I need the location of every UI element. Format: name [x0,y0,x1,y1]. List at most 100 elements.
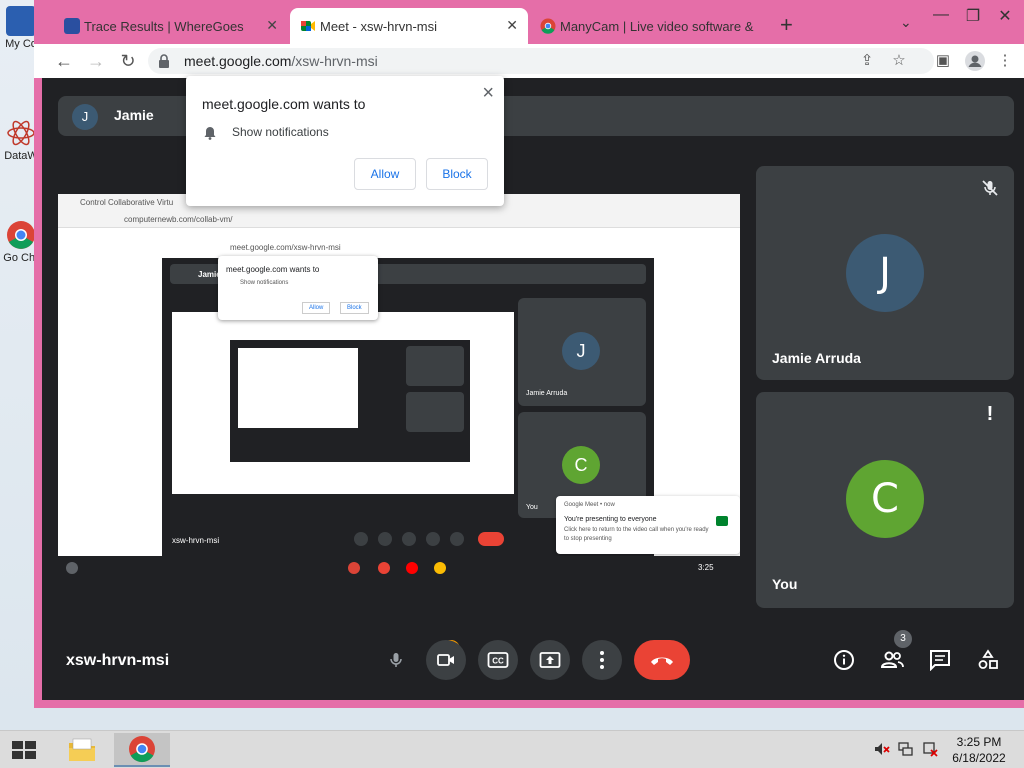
minimize-icon[interactable]: — [926,6,956,24]
nested-deep-screen [238,348,358,428]
tab-title: ManyCam | Live video software & [560,18,754,34]
mic-button[interactable] [376,640,416,680]
chat-button[interactable] [928,648,952,672]
popup-permission-item: Show notifications [232,125,329,139]
tab-meet[interactable]: Meet - xsw-hrvn-msi ✕ [290,8,528,44]
nested-deep-capture [230,340,470,462]
folder-icon [69,738,95,761]
participant-name: Jamie Arruda [772,350,861,366]
nested-deep-tile [406,346,464,386]
notification-permission-popup: meet.google.com wants to × Show notifica… [186,76,504,206]
tab-title: Trace Results | WhereGoes [84,18,244,34]
desktop-icon-label: DataW [4,150,38,162]
present-screen-icon [539,652,561,668]
address-bar[interactable]: meet.google.com/xsw-hrvn-msi ⇪ ☆ [148,48,934,74]
leave-call-button[interactable] [634,640,690,680]
close-window-icon[interactable]: ✕ [990,6,1020,26]
more-options-button[interactable] [582,640,622,680]
action-center-icon[interactable] [922,741,938,757]
chat-icon [930,650,950,671]
nested-inner-url: meet.google.com/xsw-hrvn-msi [230,243,341,252]
avatar: J [72,104,98,130]
nested-start-icon [66,562,78,574]
tab-strip: Trace Results | WhereGoes ✕ Meet - xsw-h… [34,0,1024,44]
nested-tile-name: Jamie Arruda [526,390,568,397]
shared-screen-taskbar: 3:25 [58,556,740,580]
chrome-window: Trace Results | WhereGoes ✕ Meet - xsw-h… [34,0,1024,708]
windows-start-icon[interactable] [10,740,38,760]
nested-gmail-icon [378,562,390,574]
nested-end-call-icon [478,532,504,546]
nested-tab-title: Control Collaborative Virtu [80,198,174,207]
kebab-menu-icon[interactable]: ⋮ [994,50,1016,72]
allow-button[interactable]: Allow [354,158,416,190]
profile-icon[interactable] [964,50,986,72]
nested-url: computernewb.com/collab-vm/ [124,215,233,224]
taskbar-file-explorer[interactable] [54,733,110,767]
nested-mic-icon [354,532,368,546]
close-icon[interactable]: × [482,82,494,105]
side-panel-icon[interactable]: ▣ [932,50,954,72]
popup-title: meet.google.com wants to [202,96,366,112]
present-button[interactable] [530,640,570,680]
atom-icon [6,118,36,148]
url-host: meet.google.com [184,53,292,69]
forward-arrow-icon[interactable]: → [84,50,108,74]
windows-taskbar: 3:25 PM 6/18/2022 [0,730,1024,768]
participant-tile-jamie[interactable]: J Jamie Arruda [756,166,1014,380]
system-clock[interactable]: 3:25 PM 6/18/2022 [944,734,1014,766]
avatar: C [846,460,924,538]
google-meet-icon [300,18,316,34]
reload-icon[interactable]: ↻ [116,50,140,74]
participant-tile-you[interactable]: ! C You [756,392,1014,608]
svg-text:CC: CC [492,657,504,666]
nested-camera-icon [378,532,392,546]
nested-presentation [172,312,514,494]
captions-button[interactable]: CC [478,640,518,680]
participant-name: You [772,576,798,592]
avatar: J [846,234,924,312]
nested-clock: 3:25 [698,563,714,572]
camera-button[interactable] [426,640,466,680]
tab-wheregoes[interactable]: Trace Results | WhereGoes ✕ [54,8,288,44]
nested-toast-title: You're presenting to everyone [564,516,657,523]
browser-toolbar: ← → ↻ meet.google.com/xsw-hrvn-msi ⇪ ☆ ▣… [34,44,1024,78]
star-icon[interactable]: ☆ [888,50,910,72]
activities-button[interactable] [976,648,1000,672]
nested-more-icon [450,532,464,546]
nested-present-icon [426,532,440,546]
share-icon[interactable]: ⇪ [856,50,878,72]
nested-meeting-code: xsw-hrvn-msi [172,536,220,545]
participant-count-badge: 3 [894,630,912,648]
restore-icon[interactable]: ❐ [958,6,988,26]
tab-close-icon[interactable]: ✕ [506,17,518,34]
url-path: /xsw-hrvn-msi [291,53,378,69]
clock-time: 3:25 PM [956,735,1002,749]
nested-popup-item: Show notifications [240,280,289,286]
shared-screen: Control Collaborative Virtu computernewb… [58,194,740,556]
nested-avatar: C [562,446,600,484]
people-button[interactable] [880,648,904,672]
meeting-details-button[interactable] [832,648,856,672]
chrome-icon [540,18,556,34]
new-tab-plus-icon[interactable]: + [780,12,793,38]
alert-icon: ! [986,403,994,425]
people-icon [880,651,904,668]
block-button[interactable]: Block [426,158,488,190]
nested-tile: J Jamie Arruda [518,298,646,406]
volume-muted-icon[interactable] [874,741,890,757]
mic-icon [390,653,402,667]
nested-notification-toast: Google Meet • now You're presenting to e… [556,496,740,554]
tab-close-icon[interactable]: ✕ [266,17,278,34]
taskbar-chrome[interactable] [114,733,170,767]
clock-date: 6/18/2022 [952,751,1006,765]
nested-captions-icon [402,532,416,546]
network-icon[interactable] [898,741,914,757]
back-arrow-icon[interactable]: ← [52,50,76,74]
tab-manycam[interactable]: ManyCam | Live video software & [530,8,762,44]
desktop-icon-label: My Co [5,38,37,50]
chevron-down-icon[interactable]: ⌄ [900,14,912,31]
nested-toolbar: meet.google.com/xsw-hrvn-msi [162,238,654,258]
activities-shapes-icon [978,649,998,669]
nested-tile-name: You [526,504,538,511]
